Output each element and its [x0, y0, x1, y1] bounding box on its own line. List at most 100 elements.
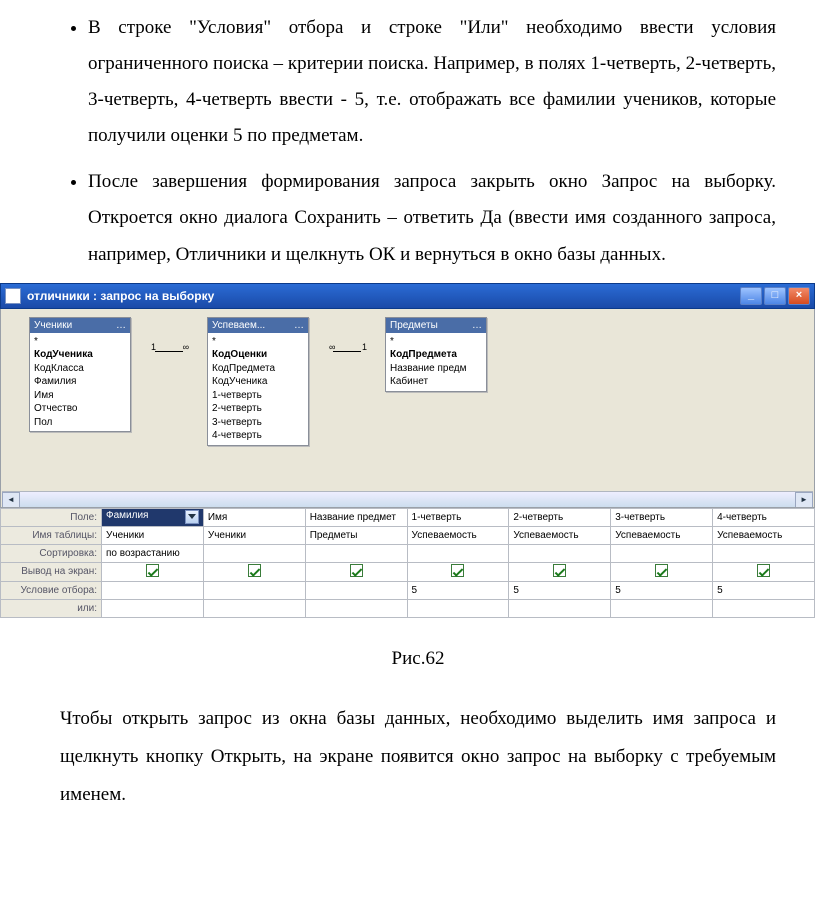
qbe-cell-criteria[interactable]: 5 — [713, 581, 815, 599]
table-box-dots: … — [294, 320, 304, 331]
qbe-cell-table[interactable]: Ученики — [203, 526, 305, 544]
table-box[interactable]: Предметы … * КодПредмета Название предм К… — [385, 317, 487, 392]
qbe-cell-sort[interactable] — [203, 544, 305, 562]
table-field[interactable]: КодОценки — [212, 348, 304, 362]
qbe-cell-sort[interactable] — [509, 544, 611, 562]
table-box-title: Успеваем... — [212, 320, 265, 331]
table-field[interactable]: Фамилия — [34, 375, 126, 389]
table-box[interactable]: Успеваем... … * КодОценки КодПредмета Код… — [207, 317, 309, 446]
qbe-row-label: или: — [1, 599, 102, 617]
table-field[interactable]: КодКласса — [34, 362, 126, 376]
relationship-line — [333, 351, 361, 353]
checkbox-checked-icon[interactable] — [146, 564, 159, 577]
qbe-cell-sort[interactable]: по возрастанию — [102, 544, 204, 562]
qbe-cell-criteria[interactable] — [102, 581, 204, 599]
table-box-dots: … — [472, 320, 482, 331]
table-field[interactable]: 4-четверть — [212, 429, 304, 443]
qbe-cell-show[interactable] — [407, 562, 509, 581]
checkbox-checked-icon[interactable] — [757, 564, 770, 577]
qbe-cell-field[interactable]: Имя — [203, 508, 305, 526]
scroll-right-button[interactable]: ► — [795, 492, 813, 508]
qbe-cell-field[interactable]: Фамилия — [102, 508, 204, 526]
qbe-row-label: Имя таблицы: — [1, 526, 102, 544]
qbe-cell-criteria[interactable]: 5 — [611, 581, 713, 599]
qbe-grid: Поле: Фамилия Имя Название предмет 1-чет… — [0, 508, 815, 618]
qbe-cell-show[interactable] — [102, 562, 204, 581]
table-field[interactable]: * — [212, 335, 304, 349]
bullet-item: В строке "Условия" отбора и строке "Или"… — [88, 10, 776, 154]
qbe-cell-sort[interactable] — [305, 544, 407, 562]
qbe-cell-show[interactable] — [509, 562, 611, 581]
qbe-cell-field[interactable]: Название предмет — [305, 508, 407, 526]
minimize-button[interactable]: _ — [740, 287, 762, 305]
qbe-cell-table[interactable]: Успеваемость — [713, 526, 815, 544]
qbe-cell-field[interactable]: 3-четверть — [611, 508, 713, 526]
qbe-cell-sort[interactable] — [713, 544, 815, 562]
access-query-screenshot: отличники : запрос на выборку _ □ × Учен… — [0, 283, 815, 508]
qbe-cell-criteria[interactable] — [305, 581, 407, 599]
paragraph-after: Чтобы открыть запрос из окна базы данных… — [60, 700, 776, 814]
table-field[interactable]: Название предм — [390, 362, 482, 376]
qbe-cell-or[interactable] — [407, 599, 509, 617]
table-field[interactable]: КодУченика — [34, 348, 126, 362]
qbe-row-label: Условие отбора: — [1, 581, 102, 599]
qbe-cell-show[interactable] — [611, 562, 713, 581]
qbe-cell-show[interactable] — [203, 562, 305, 581]
qbe-cell-sort[interactable] — [611, 544, 713, 562]
qbe-cell-table[interactable]: Успеваемость — [509, 526, 611, 544]
table-field[interactable]: КодПредмета — [390, 348, 482, 362]
qbe-cell-table[interactable]: Предметы — [305, 526, 407, 544]
qbe-cell-field[interactable]: 4-четверть — [713, 508, 815, 526]
qbe-cell-sort[interactable] — [407, 544, 509, 562]
qbe-cell-show[interactable] — [713, 562, 815, 581]
table-field[interactable]: Отчество — [34, 402, 126, 416]
checkbox-checked-icon[interactable] — [655, 564, 668, 577]
qbe-cell-criteria[interactable]: 5 — [509, 581, 611, 599]
close-button[interactable]: × — [788, 287, 810, 305]
table-field[interactable]: Имя — [34, 389, 126, 403]
window-titlebar[interactable]: отличники : запрос на выборку _ □ × — [0, 283, 815, 309]
scroll-left-button[interactable]: ◄ — [2, 492, 20, 508]
bullet-list: В строке "Условия" отбора и строке "Или"… — [60, 10, 776, 273]
relationship-line — [155, 351, 183, 353]
checkbox-checked-icon[interactable] — [350, 564, 363, 577]
qbe-cell-criteria[interactable]: 5 — [407, 581, 509, 599]
table-field[interactable]: КодПредмета — [212, 362, 304, 376]
checkbox-checked-icon[interactable] — [553, 564, 566, 577]
qbe-cell-show[interactable] — [305, 562, 407, 581]
qbe-cell-or[interactable] — [102, 599, 204, 617]
table-box-title: Ученики — [34, 320, 72, 331]
table-field[interactable]: Кабинет — [390, 375, 482, 389]
qbe-cell-table[interactable]: Успеваемость — [611, 526, 713, 544]
table-field[interactable]: 1-четверть — [212, 389, 304, 403]
bullet-item: После завершения формирования запроса за… — [88, 164, 776, 272]
table-field[interactable]: * — [34, 335, 126, 349]
table-field[interactable]: * — [390, 335, 482, 349]
qbe-cell-table[interactable]: Ученики — [102, 526, 204, 544]
qbe-cell-or[interactable] — [611, 599, 713, 617]
dropdown-icon[interactable] — [185, 510, 199, 524]
table-box-dots: … — [116, 320, 126, 331]
window-icon — [5, 288, 21, 304]
qbe-cell-or[interactable] — [203, 599, 305, 617]
qbe-cell-criteria[interactable] — [203, 581, 305, 599]
table-field[interactable]: 2-четверть — [212, 402, 304, 416]
qbe-cell-field[interactable]: 2-четверть — [509, 508, 611, 526]
checkbox-checked-icon[interactable] — [248, 564, 261, 577]
table-field[interactable]: КодУченика — [212, 375, 304, 389]
maximize-button[interactable]: □ — [764, 287, 786, 305]
table-field[interactable]: Пол — [34, 416, 126, 430]
qbe-cell-table[interactable]: Успеваемость — [407, 526, 509, 544]
qbe-cell-or[interactable] — [713, 599, 815, 617]
qbe-cell-or[interactable] — [305, 599, 407, 617]
table-field[interactable]: 3-четверть — [212, 416, 304, 430]
horizontal-scrollbar[interactable]: ◄ ► — [2, 491, 813, 507]
checkbox-checked-icon[interactable] — [451, 564, 464, 577]
qbe-cell-or[interactable] — [509, 599, 611, 617]
query-designer-upper-pane[interactable]: Ученики… * КодУченика КодКласса Фамилия … — [0, 309, 815, 508]
qbe-row-label: Сортировка: — [1, 544, 102, 562]
qbe-row-label: Вывод на экран: — [1, 562, 102, 581]
table-box-title: Предметы — [390, 320, 438, 331]
table-box[interactable]: Ученики… * КодУченика КодКласса Фамилия … — [29, 317, 131, 433]
qbe-cell-field[interactable]: 1-четверть — [407, 508, 509, 526]
